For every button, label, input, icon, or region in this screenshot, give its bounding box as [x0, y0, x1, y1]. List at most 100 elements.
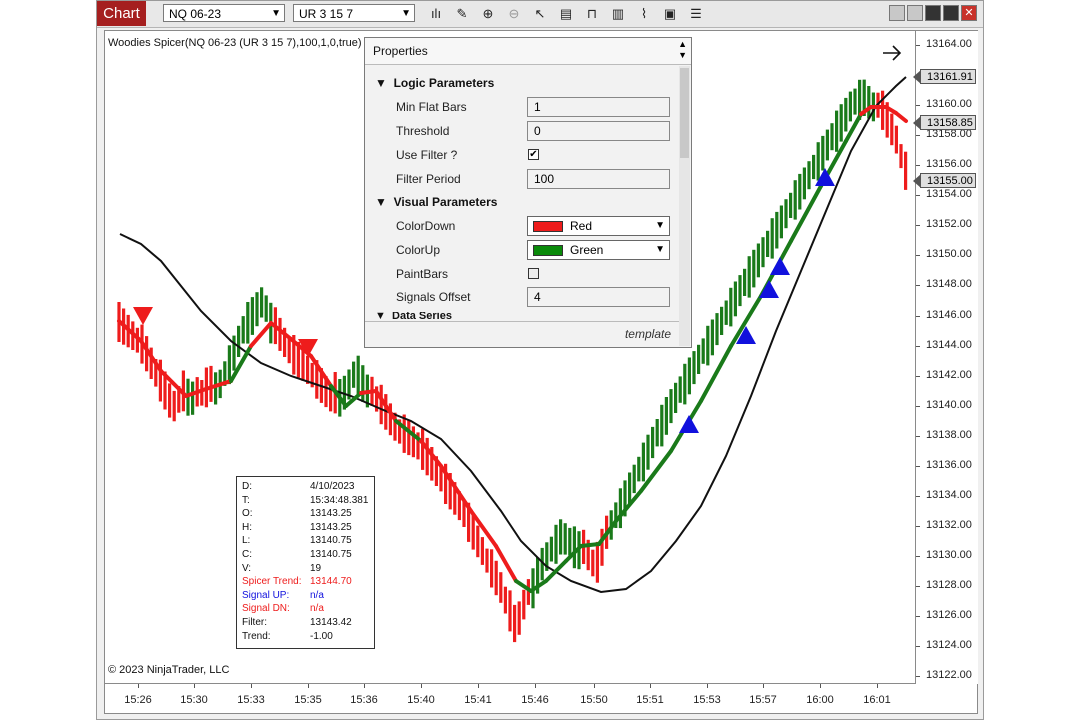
- spicer-trend-segment: [699, 344, 733, 403]
- template-link[interactable]: template: [625, 327, 671, 341]
- price-tick-label: 13146.00: [926, 308, 972, 321]
- data-box-value: 4/10/2023: [310, 481, 355, 492]
- scrollbar-thumb[interactable]: [680, 68, 689, 158]
- data-series-section[interactable]: ▼ Data Series: [365, 312, 679, 320]
- up-bar: [697, 344, 701, 374]
- bar-type-select[interactable]: UR 3 15 7 ▼: [293, 4, 415, 22]
- data-box-icon[interactable]: ▤: [557, 5, 575, 23]
- time-tick: [594, 684, 595, 688]
- up-bar: [356, 355, 360, 397]
- time-tick: [421, 684, 422, 688]
- price-tick: [916, 105, 920, 107]
- logic-parameters-section[interactable]: ▼ Logic Parameters: [375, 76, 494, 90]
- down-bar: [522, 589, 526, 620]
- data-box-row: T: 15:34:48.381: [242, 494, 372, 507]
- price-tick: [916, 345, 920, 347]
- properties-scrollbar[interactable]: [679, 66, 690, 346]
- expand-triangle-icon: ▼: [375, 195, 387, 209]
- price-tick: [916, 435, 920, 437]
- use-filter-label: Use Filter ?: [396, 148, 458, 162]
- data-box-row: O: 13143.25: [242, 507, 372, 520]
- price-tick: [916, 405, 920, 407]
- up-bar: [770, 218, 774, 259]
- up-bar: [835, 110, 839, 152]
- threshold-label: Threshold: [396, 124, 450, 138]
- data-box-row: Filter: 13143.42: [242, 616, 372, 629]
- templates-icon[interactable]: ▣: [661, 5, 679, 23]
- color-up-select[interactable]: Green ▼: [527, 240, 670, 260]
- down-bar: [425, 437, 429, 476]
- up-bar: [669, 389, 673, 424]
- paint-bars-label: PaintBars: [396, 267, 449, 281]
- up-bar: [798, 173, 802, 210]
- up-bar: [710, 319, 714, 356]
- price-tick-label: 13122.00: [926, 669, 972, 682]
- window-option-button[interactable]: [889, 5, 905, 21]
- up-bar: [733, 281, 737, 317]
- up-bar: [807, 161, 811, 190]
- data-box-key: C:: [242, 549, 252, 560]
- properties-header: Properties ▲ ▼: [365, 38, 691, 65]
- time-axis[interactable]: 15:26 15:30 15:33 15:35 15:36 15:40 15:41 15:46…: [104, 684, 978, 714]
- paint-bars-checkbox[interactable]: [528, 268, 539, 279]
- use-filter-checkbox[interactable]: ✔: [528, 149, 539, 160]
- color-down-label: ColorDown: [396, 219, 456, 233]
- up-bar: [361, 365, 365, 402]
- up-bar: [816, 142, 820, 181]
- price-tick-label: 13148.00: [926, 278, 972, 291]
- data-box-value: 13143.42: [310, 617, 352, 628]
- up-bar: [683, 363, 687, 405]
- down-bar: [168, 383, 172, 418]
- chart-tab[interactable]: Chart: [97, 1, 146, 26]
- draw-pencil-icon[interactable]: ✎: [453, 5, 471, 23]
- copyright-text: © 2023 NinjaTrader, LLC: [108, 664, 230, 676]
- down-bar: [600, 528, 604, 566]
- indicators-icon[interactable]: ▥: [609, 5, 627, 23]
- signals-offset-field[interactable]: 4: [527, 287, 670, 307]
- price-marker: 13161.91: [913, 69, 976, 85]
- up-bar: [191, 381, 195, 415]
- price-axis[interactable]: 13164.0013162.0013160.0013158.0013156.00…: [913, 30, 978, 686]
- maximize-icon[interactable]: [943, 5, 959, 21]
- window-option-button[interactable]: [907, 5, 923, 21]
- data-box-key: V:: [242, 562, 252, 574]
- data-box-key: O:: [242, 508, 253, 520]
- chevron-down-icon: ▼: [271, 8, 281, 19]
- data-box-value: 13140.75: [310, 549, 352, 560]
- color-down-select[interactable]: Red ▼: [527, 216, 670, 236]
- up-bar: [779, 205, 783, 239]
- price-tick: [916, 195, 920, 197]
- scroll-arrows-icon[interactable]: ▲ ▼: [678, 39, 687, 61]
- min-flat-bars-field[interactable]: 1: [527, 97, 670, 117]
- threshold-field[interactable]: 0: [527, 121, 670, 141]
- time-tick-label: 15:35: [294, 694, 322, 706]
- up-bar: [766, 230, 770, 257]
- up-bar: [848, 91, 852, 122]
- up-bar: [867, 86, 871, 119]
- properties-icon[interactable]: ☰: [687, 5, 705, 23]
- color-swatch: [533, 245, 563, 256]
- down-bar: [508, 590, 512, 632]
- zoom-out-icon[interactable]: ⊖: [505, 5, 523, 23]
- up-bar: [802, 167, 806, 200]
- bar-style-icon[interactable]: ılı: [427, 5, 445, 23]
- up-bar: [738, 275, 742, 307]
- strategies-icon[interactable]: ⌇: [635, 5, 653, 23]
- zoom-in-icon[interactable]: ⊕: [479, 5, 497, 23]
- time-tick: [364, 684, 365, 688]
- price-tick: [916, 676, 920, 678]
- price-tick: [916, 135, 920, 137]
- up-bar: [260, 287, 264, 318]
- filter-period-field[interactable]: 100: [527, 169, 670, 189]
- time-tick-label: 15:50: [580, 694, 608, 706]
- price-marker: 13158.85: [913, 115, 976, 131]
- close-icon[interactable]: ✕: [961, 5, 977, 21]
- visual-parameters-section[interactable]: ▼ Visual Parameters: [375, 195, 497, 209]
- minimize-icon[interactable]: [925, 5, 941, 21]
- cursor-icon[interactable]: ↖: [531, 5, 549, 23]
- data-box-key: L:: [242, 535, 251, 547]
- time-tick: [138, 684, 139, 688]
- instrument-select[interactable]: NQ 06-23 ▼: [163, 4, 285, 22]
- chart-trader-icon[interactable]: ⊓: [583, 5, 601, 23]
- time-tick-label: 15:40: [407, 694, 435, 706]
